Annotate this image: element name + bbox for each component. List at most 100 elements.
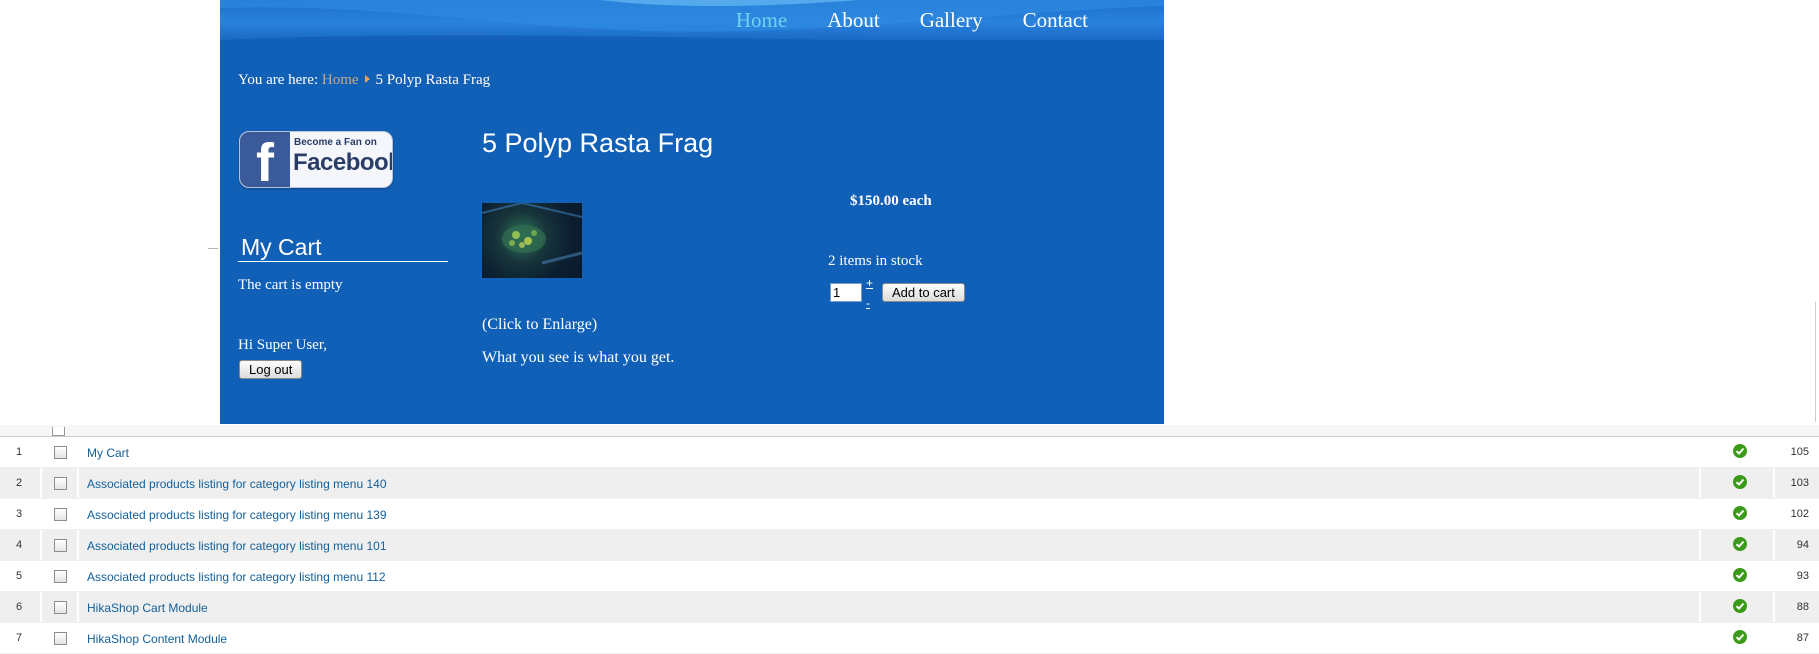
column-separator (40, 437, 42, 467)
breadcrumb-home-link[interactable]: Home (322, 72, 359, 88)
module-title-link[interactable]: Associated products listing for category… (87, 539, 387, 553)
table-body: 1 My Cart 105 2 Associated products listing … (0, 437, 1819, 654)
module-id: 102 (1790, 508, 1809, 520)
site-header: Home About Gallery Contact (220, 0, 1164, 40)
quantity-decrease-link[interactable]: - (866, 296, 870, 310)
published-check-icon[interactable] (1733, 599, 1747, 613)
breadcrumb: You are here: Home 5 Polyp Rasta Frag (238, 72, 490, 89)
row-number: 2 (15, 477, 23, 489)
facebook-badge-line1: Become a Fan on (294, 137, 377, 148)
column-separator (40, 592, 42, 622)
column-separator (40, 561, 42, 591)
nav-contact[interactable]: Contact (1023, 8, 1088, 33)
module-id: 88 (1796, 601, 1809, 613)
column-separator (1699, 592, 1701, 622)
table-row: 1 My Cart 105 (0, 437, 1819, 468)
table-row: 3 Associated products listing for categor… (0, 499, 1819, 530)
facebook-logo-icon: f (240, 132, 290, 187)
add-to-cart-button[interactable]: Add to cart (882, 283, 965, 302)
product-price: $150.00 each (850, 193, 932, 209)
row-number: 4 (15, 539, 23, 551)
stock-status: 2 items in stock (828, 253, 923, 269)
column-separator (1699, 561, 1701, 591)
breadcrumb-current: 5 Polyp Rasta Frag (375, 72, 491, 88)
column-separator (1699, 623, 1701, 653)
main-nav: Home About Gallery Contact (736, 8, 1088, 33)
column-separator (1699, 530, 1701, 560)
column-separator (40, 530, 42, 560)
table-row: 6 HikaShop Cart Module 88 (0, 592, 1819, 623)
column-separator (1699, 468, 1701, 498)
row-number: 7 (15, 632, 23, 644)
table-row: 5 Associated products listing for categor… (0, 561, 1819, 592)
column-separator (77, 437, 79, 467)
select-all-checkbox[interactable] (52, 427, 65, 436)
row-checkbox[interactable] (54, 477, 67, 490)
module-id: 87 (1796, 632, 1809, 644)
row-number: 6 (15, 601, 23, 613)
my-cart-divider (238, 261, 448, 262)
table-row: 7 HikaShop Content Module 87 (0, 623, 1819, 654)
cart-empty-text: The cart is empty (238, 277, 343, 293)
module-id: 103 (1790, 477, 1809, 489)
module-id: 93 (1796, 570, 1809, 582)
published-check-icon[interactable] (1733, 537, 1747, 551)
module-title-link[interactable]: Associated products listing for category… (87, 570, 386, 584)
nav-about[interactable]: About (827, 8, 880, 33)
row-number: 3 (15, 508, 23, 520)
module-title-link[interactable]: HikaShop Content Module (87, 632, 227, 646)
product-image[interactable] (481, 201, 583, 278)
row-checkbox[interactable] (54, 539, 67, 552)
modules-table: 1 My Cart 105 2 Associated products listing … (0, 425, 1819, 654)
column-separator (77, 530, 79, 560)
published-check-icon[interactable] (1733, 506, 1747, 520)
module-title-link[interactable]: HikaShop Cart Module (87, 601, 208, 615)
column-separator (40, 468, 42, 498)
module-title-link[interactable]: Associated products listing for category… (87, 508, 387, 522)
facebook-badge-line2: Facebook (293, 149, 393, 176)
module-id: 105 (1790, 446, 1809, 458)
row-number: 1 (15, 446, 23, 458)
product-description: What you see is what you get. (482, 349, 675, 366)
quantity-input[interactable] (830, 283, 862, 302)
site-frame: Home About Gallery Contact You are here:… (220, 0, 1164, 424)
table-row: 4 Associated products listing for categor… (0, 530, 1819, 561)
published-check-icon[interactable] (1733, 444, 1747, 458)
published-check-icon[interactable] (1733, 475, 1747, 489)
module-title-link[interactable]: Associated products listing for category… (87, 477, 387, 491)
column-separator (1699, 499, 1701, 529)
row-number: 5 (15, 570, 23, 582)
row-checkbox[interactable] (54, 508, 67, 521)
table-row: 2 Associated products listing for categor… (0, 468, 1819, 499)
quantity-increase-link[interactable]: + (866, 276, 873, 290)
published-check-icon[interactable] (1733, 630, 1747, 644)
column-separator (77, 623, 79, 653)
product-image-graphic (481, 201, 583, 265)
published-check-icon[interactable] (1733, 568, 1747, 582)
module-id: 94 (1796, 539, 1809, 551)
table-header-row (0, 425, 1819, 437)
nav-gallery[interactable]: Gallery (920, 8, 983, 33)
scrollbar-track[interactable] (1815, 302, 1816, 422)
my-cart-heading: My Cart (241, 234, 322, 260)
column-separator (77, 499, 79, 529)
row-checkbox[interactable] (54, 446, 67, 459)
product-title: 5 Polyp Rasta Frag (482, 128, 714, 158)
column-separator (1699, 437, 1701, 467)
click-to-enlarge-text: (Click to Enlarge) (482, 316, 598, 333)
nav-home[interactable]: Home (736, 8, 787, 33)
module-title-link[interactable]: My Cart (87, 446, 129, 460)
logout-button[interactable]: Log out (239, 360, 303, 379)
column-separator (40, 623, 42, 653)
row-checkbox[interactable] (54, 570, 67, 583)
row-checkbox[interactable] (54, 601, 67, 614)
breadcrumb-arrow-icon (364, 75, 370, 83)
column-separator (77, 561, 79, 591)
column-separator (40, 499, 42, 529)
column-separator (77, 468, 79, 498)
user-greeting: Hi Super User, (238, 337, 327, 353)
breadcrumb-prefix: You are here: (238, 72, 319, 88)
row-checkbox[interactable] (54, 632, 67, 645)
column-separator (77, 592, 79, 622)
facebook-fan-badge[interactable]: f Become a Fan on Facebook (239, 131, 393, 188)
